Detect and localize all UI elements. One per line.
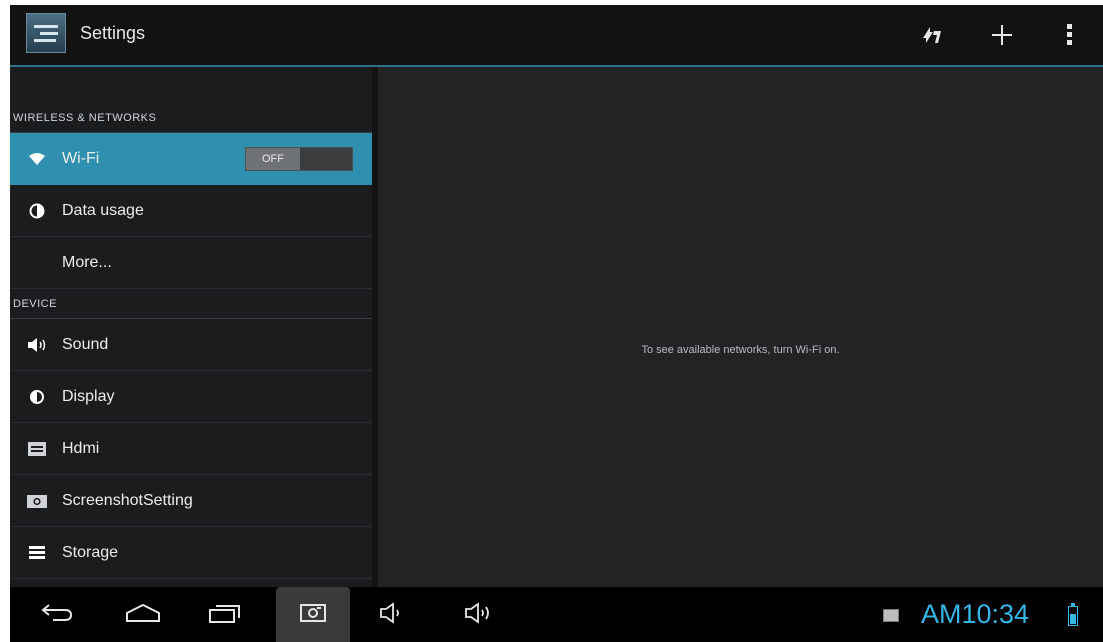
wifi-icon [24, 152, 50, 166]
page-title: Settings [80, 23, 146, 43]
wifi-off-message: To see available networks, turn Wi-Fi on… [641, 344, 840, 356]
wifi-toggle[interactable]: OFF [245, 147, 353, 171]
sidebar-item-label: Storage [62, 543, 119, 561]
speaker-icon [24, 337, 50, 353]
action-bar: Settings [10, 5, 1103, 67]
sidebar-item-screenshot-setting[interactable]: ScreenshotSetting [10, 475, 372, 527]
overflow-menu-button[interactable] [1050, 15, 1090, 55]
sidebar-item-label: Hdmi [62, 439, 100, 457]
screenshot-button[interactable] [276, 587, 350, 642]
sidebar-item-label: Sound [62, 335, 109, 353]
tablet-screen: Settings WIRELESS & NETWORKS Wi-Fi OFF D… [10, 5, 1103, 642]
gallery-notification-icon [883, 609, 899, 622]
wifi-toggle-state: OFF [246, 148, 300, 170]
add-icon [990, 23, 1014, 47]
sidebar-item-hdmi[interactable]: Hdmi [10, 423, 372, 475]
sidebar-item-label: Display [62, 387, 115, 405]
volume-down-button[interactable] [372, 597, 412, 633]
home-button[interactable] [118, 597, 168, 633]
volume-down-icon [379, 601, 405, 629]
volume-up-button[interactable] [457, 597, 505, 633]
sidebar-item-label: ScreenshotSetting [62, 491, 193, 509]
overflow-menu-icon [1066, 22, 1074, 48]
data-usage-icon [24, 203, 50, 219]
back-button[interactable] [32, 597, 82, 633]
storage-icon [24, 545, 50, 560]
section-header-wireless: WIRELESS & NETWORKS [10, 103, 372, 133]
sidebar-item-sound[interactable]: Sound [10, 319, 372, 371]
navigation-bar: AM10:34 [10, 587, 1103, 642]
volume-up-icon [464, 601, 498, 629]
add-button[interactable] [982, 15, 1022, 55]
sidebar-item-storage[interactable]: Storage [10, 527, 372, 579]
settings-app-icon[interactable] [26, 13, 66, 53]
camera-icon [24, 494, 50, 508]
sidebar-item-label: More... [62, 253, 112, 271]
sidebar-item-display[interactable]: Display [10, 371, 372, 423]
settings-sidebar: WIRELESS & NETWORKS Wi-Fi OFF Data usage… [10, 67, 378, 587]
sidebar-item-more[interactable]: More... [10, 237, 372, 289]
home-icon [124, 602, 162, 629]
status-clock: AM10:34 [921, 599, 1030, 629]
sync-button[interactable] [912, 15, 952, 55]
sidebar-item-data-usage[interactable]: Data usage [10, 185, 372, 237]
recent-apps-icon [208, 602, 242, 629]
section-header-device: DEVICE [10, 289, 372, 319]
recent-apps-button[interactable] [200, 597, 250, 633]
sync-icon [919, 23, 945, 47]
hdmi-icon [24, 441, 50, 456]
sidebar-item-label: Data usage [62, 201, 144, 219]
brightness-icon [24, 389, 50, 405]
sidebar-item-wifi[interactable]: Wi-Fi OFF [10, 133, 372, 185]
battery-icon [1068, 603, 1078, 626]
sidebar-item-label: Wi-Fi [62, 150, 100, 167]
wifi-detail-panel: To see available networks, turn Wi-Fi on… [378, 67, 1103, 587]
screenshot-icon [300, 602, 326, 627]
back-icon [39, 602, 75, 629]
